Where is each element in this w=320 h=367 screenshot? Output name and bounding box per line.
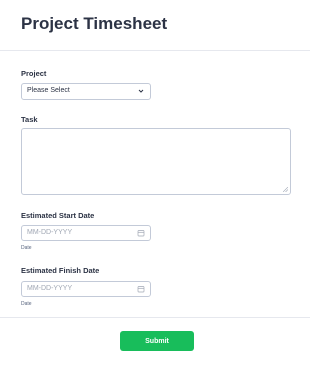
finish-date-placeholder: MM-DD-YYYY: [27, 285, 73, 292]
chevron-down-icon: [138, 89, 144, 93]
resize-handle-icon[interactable]: [283, 187, 288, 192]
task-textarea[interactable]: [21, 128, 291, 195]
calendar-icon[interactable]: [137, 229, 145, 237]
project-label: Project: [21, 69, 47, 78]
start-date-sublabel: Date: [21, 245, 32, 251]
form-header: Project Timesheet: [0, 0, 310, 51]
finish-date-sublabel: Date: [21, 301, 32, 307]
task-label: Task: [21, 115, 38, 124]
submit-button[interactable]: Submit: [120, 331, 194, 351]
project-select-value: Please Select: [27, 87, 70, 94]
start-date-placeholder: MM-DD-YYYY: [27, 229, 73, 236]
project-select[interactable]: Please Select: [21, 83, 151, 100]
page-title: Project Timesheet: [21, 14, 168, 33]
calendar-icon[interactable]: [137, 285, 145, 293]
finish-date-input[interactable]: MM-DD-YYYY: [21, 281, 151, 297]
start-date-label: Estimated Start Date: [21, 211, 95, 220]
start-date-input[interactable]: MM-DD-YYYY: [21, 225, 151, 241]
footer-divider: [0, 317, 310, 318]
finish-date-label: Estimated Finish Date: [21, 266, 100, 275]
